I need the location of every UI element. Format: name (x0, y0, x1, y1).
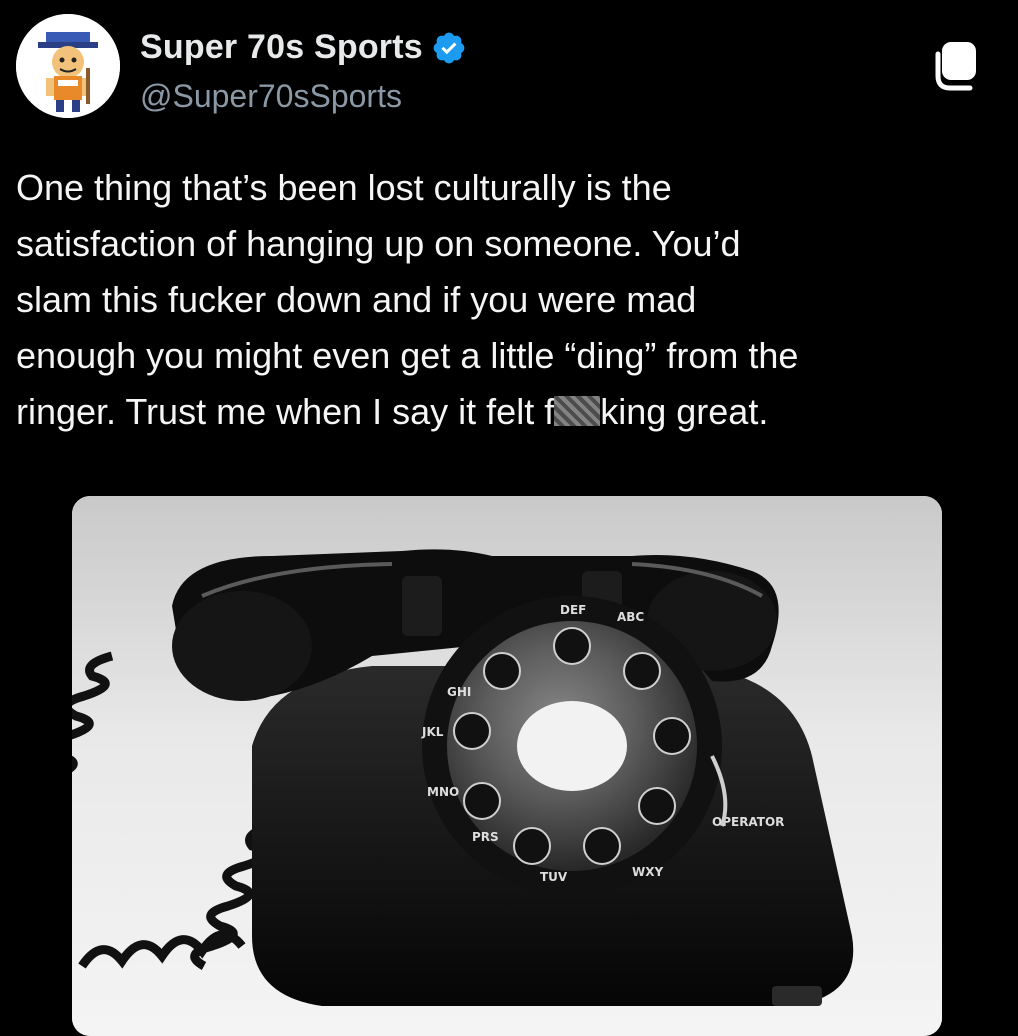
tweet-text-line: satisfaction of hanging up on someone. Y… (16, 223, 741, 264)
censor-blur (554, 396, 601, 426)
author-avatar[interactable] (16, 14, 120, 118)
tweet-header: Super 70s Sports @Super70sSports (16, 14, 1002, 124)
verified-badge-icon (433, 32, 465, 63)
svg-text:PRS: PRS (472, 830, 499, 844)
tweet-text-fragment: king great. (600, 391, 769, 432)
svg-text:TUV: TUV (540, 870, 568, 884)
tweet-text-line: enough you might even get a little “ding… (16, 335, 799, 376)
svg-text:JKL: JKL (421, 725, 444, 739)
svg-text:DEF: DEF (560, 603, 586, 617)
tweet-media-photo[interactable]: DEF ABC GHI JKL MNO PRS TUV WXY OPERATOR (72, 496, 942, 1036)
rotary-telephone-photo: DEF ABC GHI JKL MNO PRS TUV WXY OPERATOR (72, 496, 942, 1036)
author-handle[interactable]: @Super70sSports (140, 78, 402, 115)
tweet-text-fragment: ringer. Trust me when I say it felt f (16, 391, 555, 432)
copy-icon[interactable] (930, 36, 988, 94)
tweet-text-line-last: ringer. Trust me when I say it felt f kin… (16, 384, 1006, 440)
svg-text:GHI: GHI (447, 685, 471, 699)
tweet-text-line: slam this fucker down and if you were ma… (16, 279, 697, 320)
tweet-text-line: One thing that’s been lost culturally is… (16, 167, 672, 208)
author-display-name[interactable]: Super 70s Sports (140, 28, 423, 67)
tweet-card: Super 70s Sports @Super70sSports One thi… (0, 0, 1018, 1036)
cartoon-mascot-avatar-icon (16, 14, 120, 118)
svg-text:MNO: MNO (427, 785, 459, 799)
svg-text:ABC: ABC (617, 610, 644, 624)
author-name-row: Super 70s Sports (140, 28, 467, 67)
svg-text:WXY: WXY (632, 865, 663, 879)
tweet-text: One thing that’s been lost culturally is… (16, 160, 1006, 440)
